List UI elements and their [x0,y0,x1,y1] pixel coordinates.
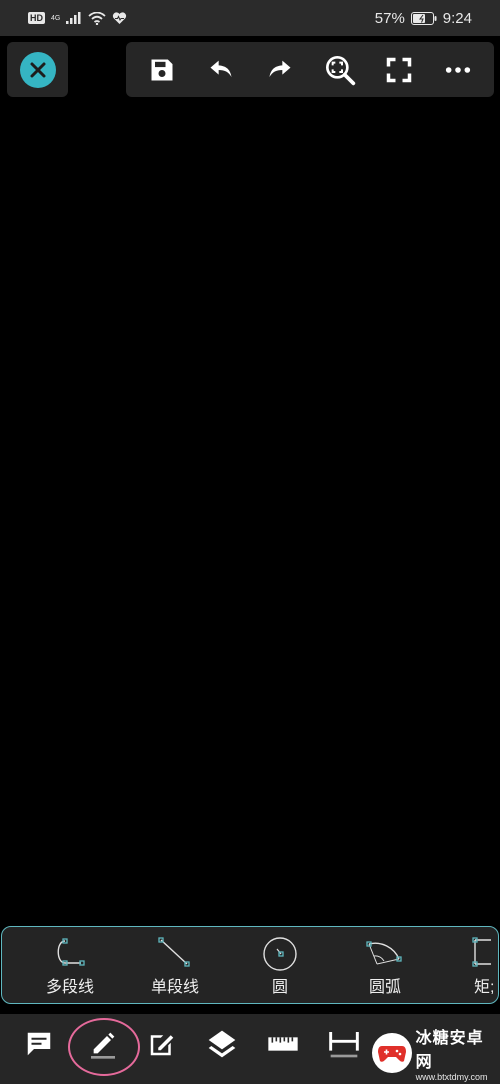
layers-icon [208,1030,236,1058]
edit-icon [150,1035,174,1056]
arc-icon [366,941,402,965]
shape-polyline[interactable]: 多段线 [25,927,115,1003]
rectangle-icon [472,937,491,967]
fullscreen-icon [386,57,412,82]
clock: 9:24 [442,9,472,27]
wifi-icon [88,11,106,25]
shape-label-rectangle: 矩; [474,979,495,996]
pencil-icon [91,1032,115,1059]
shape-line[interactable]: 单段线 [130,927,220,1003]
watermark: 冰糖安卓网 www.btxtdmy.com [372,1022,500,1084]
zoom-extents-icon [325,55,355,85]
draw-button[interactable] [81,1022,125,1066]
save-icon [151,59,173,80]
heart-icon [113,11,127,24]
close-button[interactable] [19,51,56,88]
watermark-text: 冰糖安卓网 www.btxtdmy.com [416,1024,500,1082]
ruler-icon [268,1037,298,1051]
close-icon [30,62,45,77]
shape-label-line: 单段线 [150,979,199,996]
top-toolbar [126,42,494,97]
measure-button[interactable] [261,1022,305,1066]
more-button[interactable] [440,52,476,88]
line-icon [158,937,190,967]
signal-icon [66,12,81,24]
polyline-icon [57,938,85,966]
shape-label-circle: 圆 [271,979,288,996]
more-icon [446,66,471,73]
fullscreen-button[interactable] [381,52,417,88]
comment-icon [27,1032,51,1056]
zoom-extents-button[interactable] [322,52,358,88]
shape-rectangle[interactable]: 矩; [445,927,498,1003]
shape-arc[interactable]: 圆弧 [340,927,430,1003]
battery-percent: 57% [374,9,405,27]
shape-label-polyline: 多段线 [45,979,94,996]
redo-button[interactable] [262,52,298,88]
layers-button[interactable] [200,1022,244,1066]
status-left: HD 4G [28,11,127,25]
shape-label-arc: 圆弧 [368,979,401,996]
comment-button[interactable] [17,1022,61,1066]
shape-circle[interactable]: 圆 [235,927,325,1003]
redo-icon [269,60,291,77]
watermark-logo [372,1033,412,1073]
dimension-button[interactable] [322,1022,366,1066]
drawing-canvas[interactable] [0,98,500,924]
status-right: 57% 9:24 [375,10,472,27]
gamepad-icon [377,1046,406,1062]
undo-icon [210,60,232,77]
network-type: 4G [51,14,61,22]
close-panel [7,42,68,97]
watermark-title: 冰糖安卓网 [415,1030,484,1071]
save-button[interactable] [144,52,180,88]
watermark-url: www.btxtdmy.com [415,1072,488,1082]
dimension-icon [329,1032,359,1058]
edit-button[interactable] [140,1022,184,1066]
shape-toolbar: 多段线 单段线 圆 圆弧 矩; [1,926,499,1004]
status-bar: HD 4G 57% 9:24 [0,0,500,36]
battery-icon [410,11,437,25]
circle-icon [263,937,297,971]
hd-badge: HD [28,12,45,24]
undo-button[interactable] [203,52,239,88]
